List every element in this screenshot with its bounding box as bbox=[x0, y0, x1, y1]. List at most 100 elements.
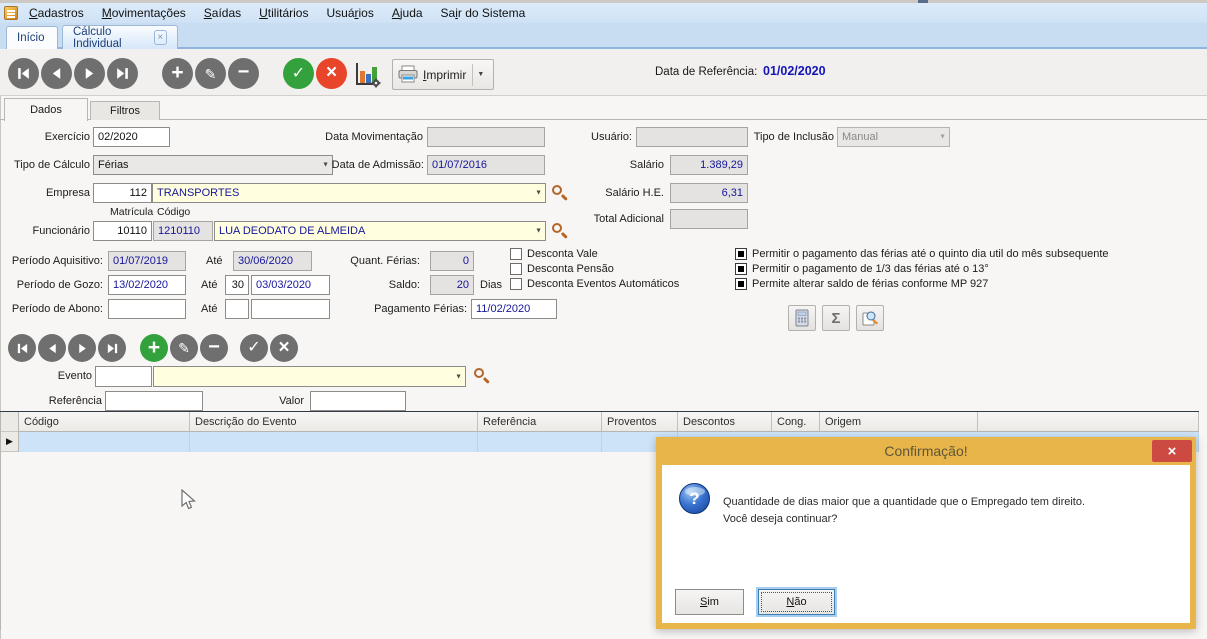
event-delete-button[interactable]: − bbox=[200, 334, 228, 362]
dialog-title-bar: Confirmação! bbox=[656, 437, 1196, 465]
nav-prev-button[interactable] bbox=[41, 58, 72, 89]
tab-inicio[interactable]: Início bbox=[6, 26, 58, 49]
event-confirm-button[interactable]: ✓ bbox=[240, 334, 268, 362]
menu-utilitarios[interactable]: Utilitários bbox=[250, 5, 317, 21]
evento-combo[interactable]: ▼ bbox=[153, 366, 466, 387]
valor-field[interactable] bbox=[310, 391, 406, 411]
menu-bar: Cadastros Movimentações Saídas Utilitári… bbox=[0, 3, 1207, 23]
prev-record-icon bbox=[49, 66, 64, 81]
evento-search-icon[interactable] bbox=[474, 368, 484, 378]
col-descontos[interactable]: Descontos bbox=[678, 412, 772, 432]
menu-saidas[interactable]: Saídas bbox=[195, 5, 250, 21]
periodo-gozo-dias-field[interactable]: 30 bbox=[225, 275, 249, 295]
event-nav-prev-button[interactable] bbox=[38, 334, 66, 362]
table-row-cell[interactable] bbox=[19, 432, 190, 452]
menu-movimentacoes[interactable]: Movimentações bbox=[93, 5, 195, 21]
next-record-icon bbox=[76, 342, 89, 355]
empresa-search-icon[interactable] bbox=[552, 185, 562, 195]
event-cancel-button[interactable]: × bbox=[270, 334, 298, 362]
app-icon bbox=[4, 6, 18, 20]
preview-button[interactable] bbox=[856, 305, 884, 331]
total-adicional-label: Total Adicional bbox=[588, 213, 664, 225]
checkbox-pagamento-terco[interactable]: Permitir o pagamento de 1/3 das férias a… bbox=[735, 263, 989, 275]
checkbox-desconta-vale[interactable]: Desconta Vale bbox=[510, 248, 598, 260]
col-referencia[interactable]: Referência bbox=[478, 412, 602, 432]
row-selector: ▶ bbox=[1, 432, 19, 452]
imprimir-button[interactable]: Imprimir ▼ bbox=[392, 59, 494, 90]
confirm-button[interactable]: ✓ bbox=[283, 58, 314, 89]
menu-cadastros[interactable]: Cadastros bbox=[20, 5, 93, 21]
chevron-down-icon[interactable]: ▼ bbox=[455, 373, 462, 380]
tab-calculo-individual[interactable]: Cálculo Individual × bbox=[62, 25, 178, 49]
col-proventos[interactable]: Proventos bbox=[602, 412, 678, 432]
tipo-inclusao-label: Tipo de Inclusão bbox=[750, 131, 834, 143]
cancel-button[interactable]: × bbox=[316, 58, 347, 89]
referencia-field[interactable] bbox=[105, 391, 203, 411]
checkbox-desconta-eventos[interactable]: Desconta Eventos Automáticos bbox=[510, 278, 679, 290]
empresa-combo[interactable]: TRANSPORTES▼ bbox=[152, 183, 546, 203]
sum-button[interactable]: Σ bbox=[822, 305, 850, 331]
periodo-gozo-inicio-field[interactable]: 13/02/2020 bbox=[108, 275, 186, 295]
nao-button[interactable]: Não bbox=[758, 589, 835, 615]
menu-ajuda[interactable]: Ajuda bbox=[383, 5, 432, 21]
checkbox-alterar-saldo-mp927[interactable]: Permite alterar saldo de férias conforme… bbox=[735, 278, 988, 290]
chevron-down-icon[interactable]: ▼ bbox=[535, 190, 542, 197]
col-origem[interactable]: Origem bbox=[820, 412, 978, 432]
exercicio-field[interactable]: 02/2020 bbox=[93, 127, 170, 147]
periodo-abono-dias-field[interactable] bbox=[225, 299, 249, 319]
chevron-down-icon[interactable]: ▼ bbox=[322, 162, 329, 169]
tipo-calculo-combo[interactable]: Férias▼ bbox=[93, 155, 333, 175]
check-icon: ✓ bbox=[247, 340, 260, 356]
funcionario-combo[interactable]: LUA DEODATO DE ALMEIDA▼ bbox=[214, 221, 546, 241]
imprimir-dropdown-icon[interactable]: ▼ bbox=[477, 71, 484, 78]
dialog-close-button[interactable]: × bbox=[1152, 440, 1192, 462]
checkbox-pagamento-quinto-dia[interactable]: Permitir o pagamento das férias até o qu… bbox=[735, 248, 1109, 260]
funcionario-matricula-field[interactable]: 10110 bbox=[93, 221, 152, 241]
dialog-message-line2: Você deseja continuar? bbox=[723, 513, 837, 525]
exercicio-label: Exercício bbox=[20, 131, 90, 143]
chevron-down-icon: ▼ bbox=[939, 134, 946, 141]
nav-last-button[interactable] bbox=[107, 58, 138, 89]
col-cong[interactable]: Cong. bbox=[772, 412, 820, 432]
periodo-abono-fim-field[interactable] bbox=[251, 299, 330, 319]
edit-record-button[interactable]: ✎ bbox=[195, 58, 226, 89]
tab-close-icon[interactable]: × bbox=[154, 30, 167, 45]
pagamento-ferias-field[interactable]: 11/02/2020 bbox=[471, 299, 557, 319]
menu-usuarios[interactable]: Usuários bbox=[317, 5, 382, 21]
funcionario-search-icon[interactable] bbox=[552, 223, 562, 233]
event-nav-next-button[interactable] bbox=[68, 334, 96, 362]
checkbox-checked-icon bbox=[735, 248, 747, 260]
nav-next-button[interactable] bbox=[74, 58, 105, 89]
chart-button[interactable] bbox=[352, 59, 382, 89]
grid-selector-header bbox=[1, 412, 19, 432]
add-record-button[interactable]: + bbox=[162, 58, 193, 89]
event-edit-button[interactable]: ✎ bbox=[170, 334, 198, 362]
dialog-message-line1: Quantidade de dias maior que a quantidad… bbox=[723, 496, 1085, 508]
delete-record-button[interactable]: − bbox=[228, 58, 259, 89]
event-add-button[interactable]: + bbox=[140, 334, 168, 362]
empresa-codigo-field[interactable]: 112 bbox=[93, 183, 152, 203]
periodo-gozo-fim-field[interactable]: 03/03/2020 bbox=[251, 275, 330, 295]
checkbox-icon bbox=[510, 248, 522, 260]
checkbox-desconta-pensao[interactable]: Desconta Pensão bbox=[510, 263, 614, 275]
menu-sair-do-sistema[interactable]: Sair do Sistema bbox=[432, 5, 535, 21]
calculator-button[interactable] bbox=[788, 305, 816, 331]
empresa-label: Empresa bbox=[20, 187, 90, 199]
table-row-cell[interactable] bbox=[478, 432, 602, 452]
table-row-cell[interactable] bbox=[190, 432, 478, 452]
col-codigo[interactable]: Código bbox=[19, 412, 190, 432]
tab-dados[interactable]: Dados bbox=[4, 98, 88, 121]
first-record-icon bbox=[16, 342, 29, 355]
sim-button[interactable]: Sim bbox=[675, 589, 744, 615]
col-descricao-do-evento[interactable]: Descrição do Evento bbox=[190, 412, 478, 432]
event-nav-first-button[interactable] bbox=[8, 334, 36, 362]
chevron-down-icon[interactable]: ▼ bbox=[535, 228, 542, 235]
tab-filtros[interactable]: Filtros bbox=[90, 101, 160, 120]
evento-codigo-field[interactable] bbox=[95, 366, 152, 387]
periodo-abono-inicio-field[interactable] bbox=[108, 299, 186, 319]
periodo-gozo-label: Período de Gozo: bbox=[0, 279, 103, 291]
event-nav-last-button[interactable] bbox=[98, 334, 126, 362]
data-movimentacao-field bbox=[427, 127, 545, 147]
saldo-label: Saldo: bbox=[366, 279, 420, 291]
nav-first-button[interactable] bbox=[8, 58, 39, 89]
